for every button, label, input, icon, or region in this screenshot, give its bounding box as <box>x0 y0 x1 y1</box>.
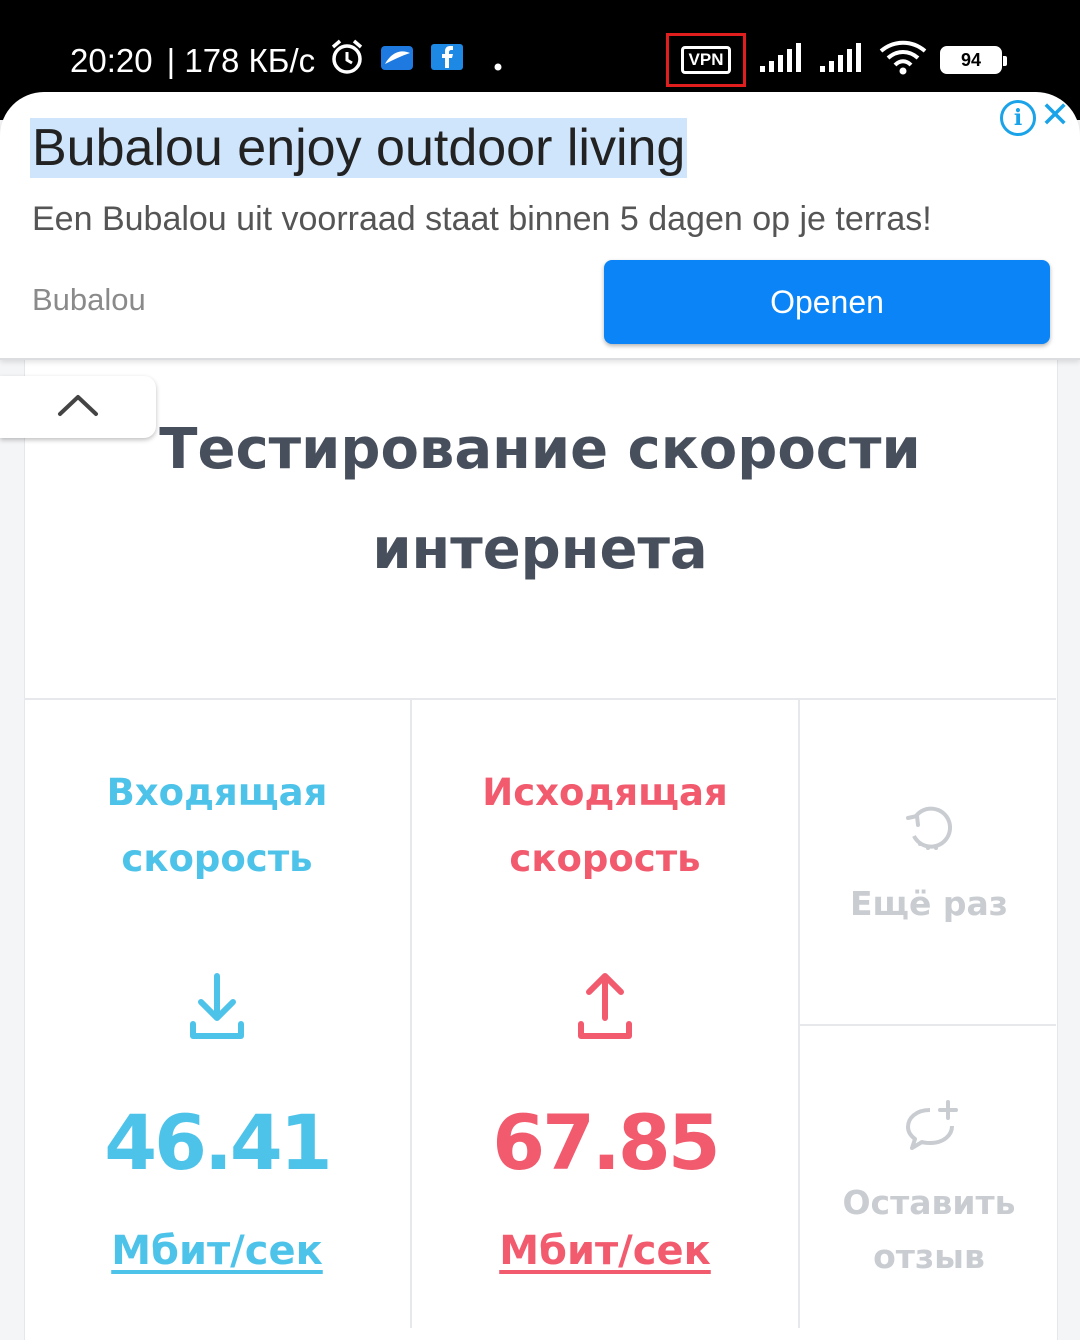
clock: 20:20 <box>70 42 153 79</box>
upload-panel: Исходящая скорость 67.85 Мбит/сек <box>412 700 798 1328</box>
page-title: Тестирование скорости интернета <box>0 400 1080 600</box>
retry-icon <box>904 802 958 856</box>
upload-unit-link[interactable]: Мбит/сек <box>412 1228 798 1274</box>
feedback-label-line1: Оставить <box>842 1183 1016 1222</box>
upload-label-line1: Исходящая <box>482 771 728 814</box>
battery-icon: 94 <box>940 46 1007 74</box>
upload-label-line2: скорость <box>509 837 701 880</box>
ad-brand: Bubalou <box>32 282 146 317</box>
feedback-label: Оставить отзыв <box>802 1176 1056 1284</box>
close-icon[interactable]: ✕ <box>1040 96 1070 136</box>
page-title-line2: интернета <box>372 517 708 582</box>
collapse-ad-button[interactable] <box>0 376 156 438</box>
divider <box>798 700 800 1328</box>
signal-icon <box>818 42 866 79</box>
info-icon[interactable]: i <box>1000 100 1036 136</box>
vpn-badge: VPN <box>680 46 732 74</box>
download-speed-value: 46.41 <box>104 1098 332 1187</box>
dot-icon <box>493 42 503 80</box>
upload-speed-value: 67.85 <box>492 1098 720 1187</box>
comment-add-icon <box>902 1100 960 1156</box>
retry-button[interactable]: Ещё раз <box>802 700 1056 1024</box>
upload-label: Исходящая скорость <box>412 760 798 892</box>
app-icon <box>379 42 415 80</box>
ad-open-button[interactable]: Openen <box>604 260 1050 344</box>
wifi-icon <box>878 39 928 82</box>
alarm-icon <box>329 38 365 84</box>
ad-title[interactable]: Bubalou enjoy outdoor living <box>30 118 688 178</box>
ad-description: Een Bubalou uit voorraad staat binnen 5 … <box>32 200 932 238</box>
retry-label: Ещё раз <box>850 884 1008 923</box>
vpn-indicator: VPN <box>666 33 746 87</box>
ad-banner[interactable]: Bubalou enjoy outdoor living Een Bubalou… <box>0 92 1080 360</box>
feedback-label-line2: отзыв <box>873 1237 985 1276</box>
download-panel: Входящая скорость 46.41 Мбит/сек <box>24 700 410 1328</box>
download-icon <box>187 972 247 1048</box>
page-title-line1: Тестирование скорости <box>159 417 921 482</box>
download-label: Входящая скорость <box>24 760 410 892</box>
download-label-line1: Входящая <box>106 771 328 814</box>
network-speed: | 178 КБ/с <box>166 42 316 79</box>
download-unit-link[interactable]: Мбит/сек <box>24 1228 410 1274</box>
upload-icon <box>575 972 635 1048</box>
signal-icon <box>758 42 806 79</box>
facebook-icon <box>429 42 465 80</box>
feedback-button[interactable]: Оставить отзыв <box>802 1026 1056 1328</box>
battery-level: 94 <box>960 49 982 70</box>
chevron-up-icon <box>56 392 100 423</box>
download-label-line2: скорость <box>121 837 313 880</box>
